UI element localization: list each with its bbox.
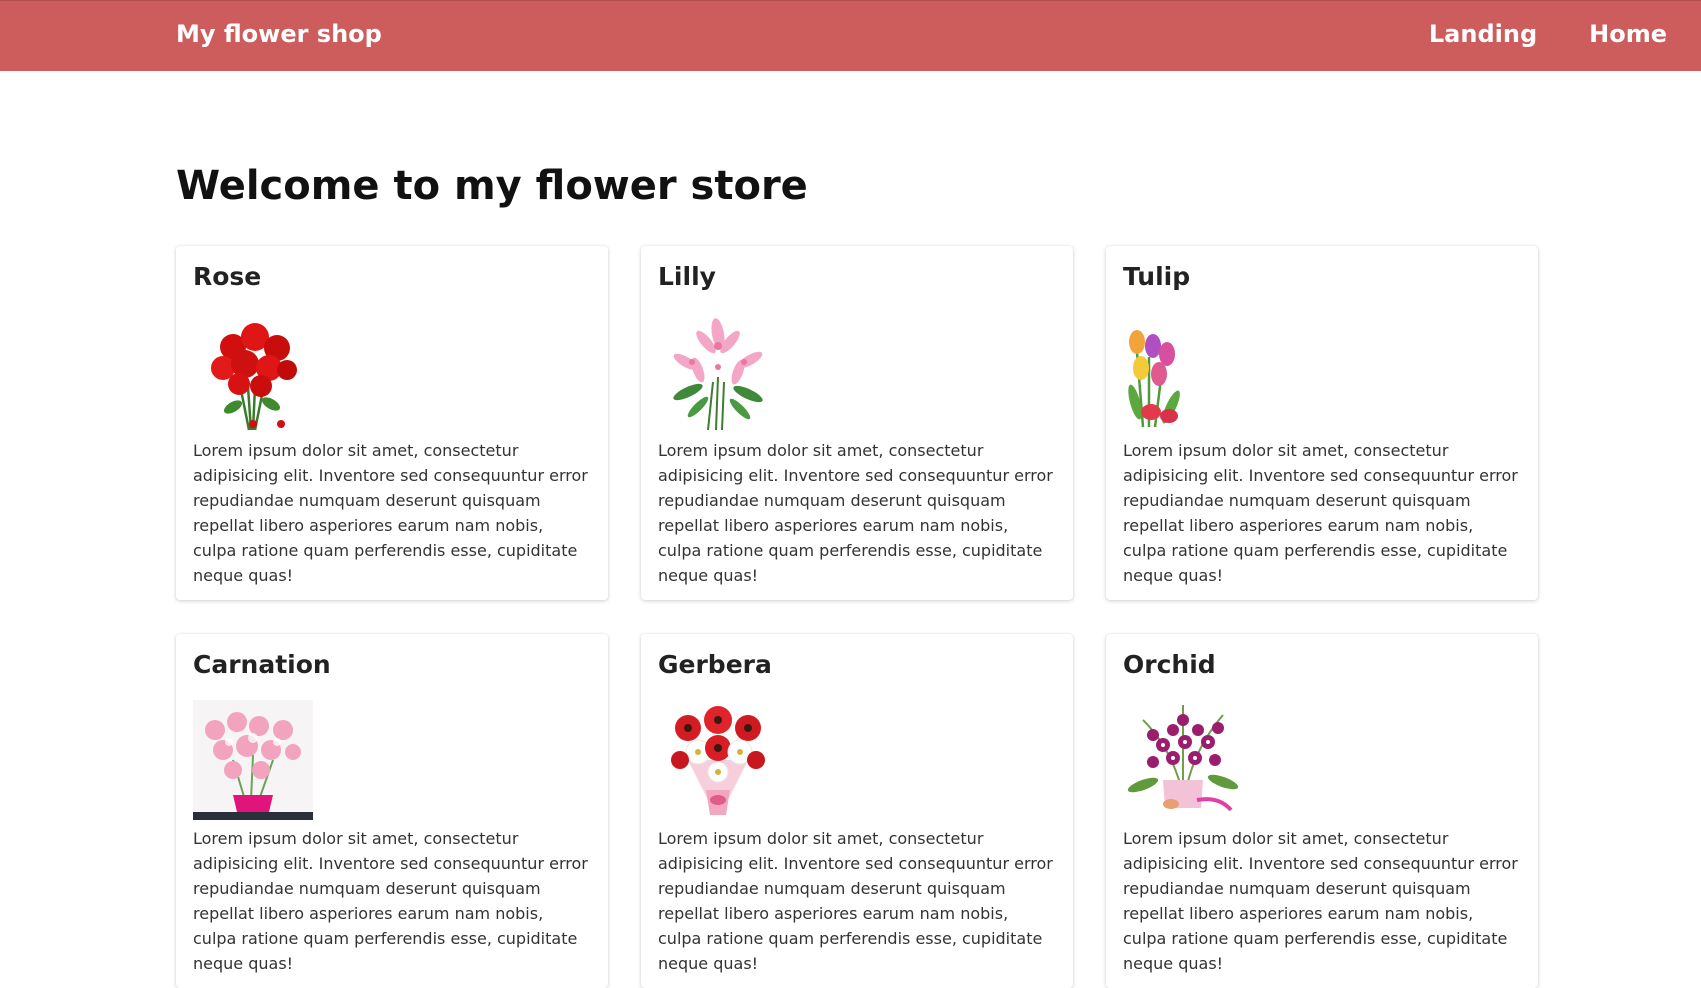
card-description: Lorem ipsum dolor sit amet, consectetur … [193,829,588,973]
flower-card-tulip: Tulip Lorem ipsum dolor sit amet, consec… [1106,246,1538,600]
card-description: Lorem ipsum dolor sit amet, consectetur … [658,829,1053,973]
lily-bouquet-image [658,312,778,432]
flower-card-orchid: Orchid Lorem ipsum dolor sit amet, conse… [1106,634,1538,988]
navbar: My flower shop Landing Home [0,0,1701,71]
card-description: Lorem ipsum dolor sit amet, consectetur … [1123,441,1518,585]
flower-card-grid: Rose Lorem ipsum dolor sit amet, consect… [176,246,1540,988]
orchid-bouquet-image [1123,700,1243,820]
card-description: Lorem ipsum dolor sit amet, consectetur … [193,441,588,585]
card-description: Lorem ipsum dolor sit amet, consectetur … [658,441,1053,585]
brand-link[interactable]: My flower shop [176,17,382,51]
tulip-bouquet-image [1123,312,1243,432]
card-title: Tulip [1123,262,1191,291]
flower-card-gerbera: Gerbera Lorem ipsum dolor sit amet, cons… [641,634,1073,988]
carnation-bouquet-image [193,700,313,820]
flower-card-lilly: Lilly Lorem ipsum dolor sit amet, consec… [641,246,1073,600]
card-title: Gerbera [658,650,772,679]
nav-links: Landing Home [1429,17,1667,51]
rose-bouquet-image [193,312,313,432]
card-title: Lilly [658,262,716,291]
card-title: Orchid [1123,650,1216,679]
gerbera-bouquet-image [658,700,778,820]
flower-card-rose: Rose Lorem ipsum dolor sit amet, consect… [176,246,608,600]
nav-link-home[interactable]: Home [1589,17,1667,51]
flower-card-carnation: Carnation Lorem ipsum dolor sit amet, co… [176,634,608,988]
nav-link-landing[interactable]: Landing [1429,17,1537,51]
card-title: Rose [193,262,262,291]
card-title: Carnation [193,650,331,679]
page-title: Welcome to my flower store [176,163,808,209]
card-description: Lorem ipsum dolor sit amet, consectetur … [1123,829,1518,973]
